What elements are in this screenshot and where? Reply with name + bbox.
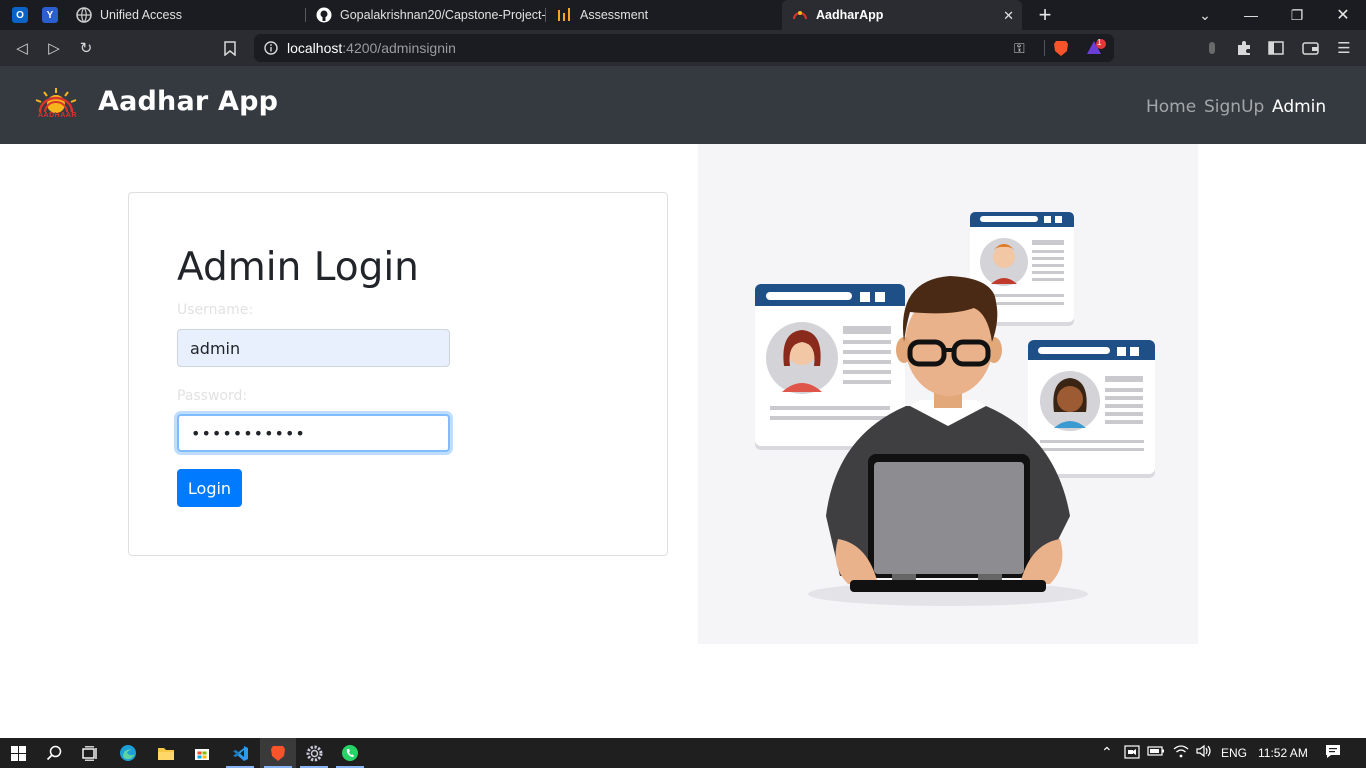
page-title: Admin Login: [177, 245, 419, 290]
reload-icon[interactable]: ↻: [76, 38, 96, 58]
url-host: localhost: [287, 40, 343, 56]
start-windows-icon[interactable]: [0, 738, 36, 768]
vscode-icon[interactable]: [222, 738, 258, 768]
profiles-illustration: [698, 144, 1198, 644]
bookmark-icon[interactable]: [220, 38, 240, 58]
menu-icon[interactable]: ☰: [1334, 38, 1354, 58]
volume-icon[interactable]: [1195, 744, 1213, 761]
url-path: :4200/adminsignin: [342, 40, 456, 56]
meet-now-icon[interactable]: [1124, 744, 1140, 763]
task-view-icon[interactable]: [72, 738, 108, 768]
whatsapp-icon[interactable]: [332, 738, 368, 768]
nav-link-home[interactable]: Home: [1146, 97, 1196, 117]
browser-tab-strip: O Y Unified Access Gopalakrishnan20/Caps…: [0, 0, 1366, 30]
language-indicator[interactable]: ENG: [1221, 746, 1247, 760]
login-button[interactable]: Login: [177, 469, 242, 507]
login-card: Admin Login Username: Password: Login: [128, 192, 668, 556]
edge-icon[interactable]: [110, 738, 146, 768]
notifications-icon[interactable]: [1325, 744, 1341, 762]
key-icon[interactable]: ⚿: [1014, 40, 1025, 57]
close-window-icon[interactable]: ✕: [1320, 0, 1366, 30]
battery-icon[interactable]: [1147, 744, 1165, 761]
nav-link-signup[interactable]: SignUp: [1204, 97, 1264, 117]
logo-wordmark: AADHAAR: [38, 112, 77, 119]
github-icon: [316, 7, 332, 23]
username-input[interactable]: [177, 329, 450, 367]
show-hidden-icons-icon[interactable]: ⌃: [1101, 744, 1113, 761]
outlook-pinned-tab[interactable]: O: [12, 7, 28, 23]
sidebar-icon[interactable]: [1266, 38, 1286, 58]
password-input[interactable]: [177, 414, 450, 452]
notification-count: 1: [1097, 38, 1102, 47]
aadhaar-logo[interactable]: AADHAAR: [30, 86, 82, 122]
tab-unified-access[interactable]: Unified Access: [66, 0, 306, 30]
globe-icon: [76, 7, 92, 23]
site-info-icon[interactable]: [264, 41, 278, 60]
tab-search-icon[interactable]: ⌄: [1182, 0, 1228, 30]
extension-dot-icon[interactable]: [1202, 38, 1222, 58]
brave-taskbar-icon[interactable]: [260, 738, 296, 768]
minimize-icon[interactable]: —: [1228, 0, 1274, 30]
tab-aadharapp[interactable]: AadharApp ✕: [782, 0, 1022, 30]
nav-link-admin[interactable]: Admin: [1272, 97, 1326, 117]
maximize-icon[interactable]: ❐: [1274, 0, 1320, 30]
wifi-icon[interactable]: [1173, 744, 1189, 761]
clock[interactable]: 11:52 AM: [1258, 746, 1308, 760]
store-icon[interactable]: [184, 738, 220, 768]
extensions-puzzle-icon[interactable]: [1234, 38, 1254, 58]
forward-icon[interactable]: ▷: [44, 38, 64, 58]
tab-title: Gopalakrishnan20/Capstone-Project-n: [340, 8, 546, 22]
new-tab-button[interactable]: +: [1022, 0, 1068, 30]
aadhar-icon: [792, 7, 808, 23]
brave-rewards-icon[interactable]: [1086, 39, 1106, 62]
chart-icon: [556, 7, 572, 23]
yammer-pinned-tab[interactable]: Y: [42, 7, 58, 23]
close-tab-icon[interactable]: ✕: [1003, 8, 1014, 24]
search-icon[interactable]: [36, 738, 72, 768]
omnibox-divider: [1044, 40, 1045, 56]
settings-gear-icon[interactable]: [296, 738, 332, 768]
wallet-icon[interactable]: [1300, 38, 1320, 58]
app-navbar: AADHAAR Aadhar App Home SignUp Admin: [0, 66, 1366, 144]
tab-title: AadharApp: [816, 8, 884, 22]
tab-assessment[interactable]: Assessment: [546, 0, 782, 30]
file-explorer-icon[interactable]: [148, 738, 184, 768]
back-icon[interactable]: ◁: [12, 38, 32, 58]
address-bar[interactable]: localhost:4200/adminsignin ⚿ 1: [254, 34, 1114, 62]
password-label: Password:: [177, 388, 248, 404]
brave-shields-icon[interactable]: [1053, 39, 1069, 62]
username-label: Username:: [177, 302, 254, 318]
brand-title[interactable]: Aadhar App: [98, 86, 278, 117]
windows-taskbar: ⌃ ENG 11:52 AM: [0, 738, 1366, 768]
tab-title: Assessment: [580, 8, 649, 22]
url-text: localhost:4200/adminsignin: [287, 40, 456, 56]
tab-github[interactable]: Gopalakrishnan20/Capstone-Project-n: [306, 0, 546, 30]
tab-title: Unified Access: [100, 8, 182, 22]
